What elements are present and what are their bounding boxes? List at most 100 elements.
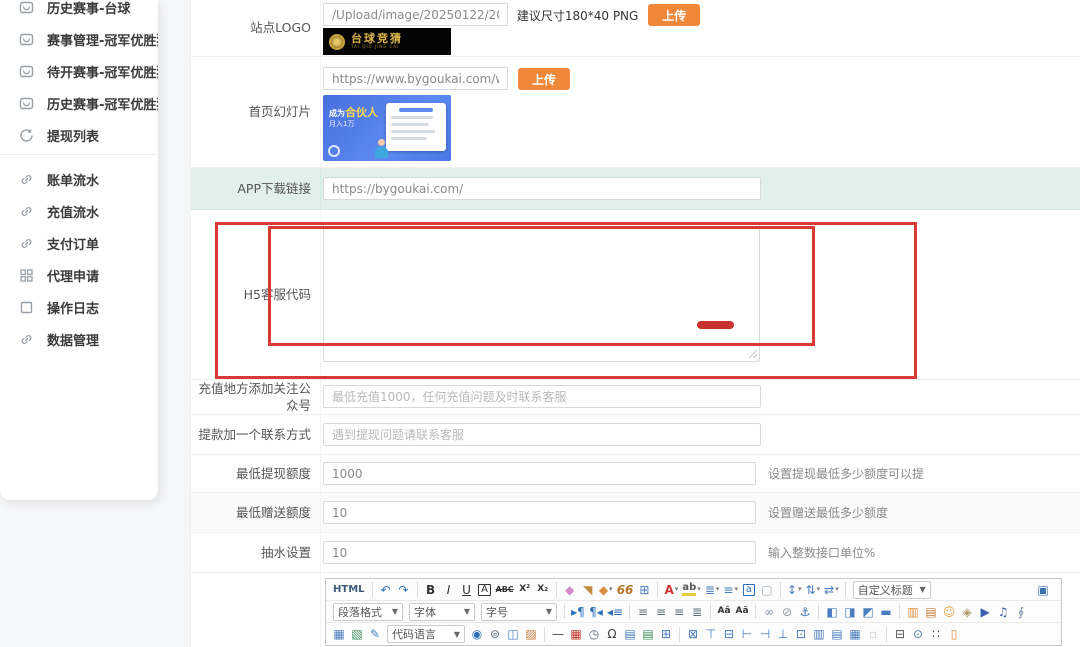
highlight-color-icon[interactable]: ab▾ <box>681 581 701 599</box>
blockquote-icon[interactable]: 66 <box>616 581 635 599</box>
font-family-select[interactable]: 字体▼ <box>409 603 475 621</box>
insert-col-icon[interactable]: ⊣ <box>757 625 773 643</box>
outdent-icon[interactable]: ¶◂ <box>588 603 604 621</box>
emoticon-icon[interactable]: ☺ <box>941 603 957 621</box>
align-justify-icon[interactable]: ≣ <box>689 603 705 621</box>
link-icon[interactable]: ∞ <box>761 603 777 621</box>
fullscreen-icon[interactable]: ▣ <box>1035 581 1051 599</box>
app-download-input[interactable] <box>323 177 761 200</box>
table-cell-props-icon[interactable]: ▫ <box>865 625 881 643</box>
min-gift-input[interactable] <box>323 501 756 524</box>
eraser-icon[interactable]: ◆ <box>562 581 578 599</box>
font-size-select[interactable]: 字号▼ <box>481 603 557 621</box>
withdraw-contact-input[interactable] <box>323 423 761 446</box>
redo-icon[interactable]: ↷ <box>396 581 412 599</box>
align-left-icon[interactable]: ≡ <box>635 603 651 621</box>
recharge-notice-input[interactable] <box>323 385 761 408</box>
sidebar-item[interactable]: 赛事管理-冠军优胜猜 <box>0 23 158 55</box>
image-align-right-icon[interactable]: ◩ <box>860 603 876 621</box>
sidebar-item[interactable]: 支付订单 <box>0 227 158 259</box>
new-page-icon[interactable]: ▢ <box>759 581 775 599</box>
indent-icon[interactable]: ▸¶ <box>570 603 586 621</box>
chart-icon[interactable]: ▦ <box>331 625 347 643</box>
sidebar-item[interactable]: 待开赛事-冠军优胜猜 <box>0 55 158 87</box>
excel-import-icon[interactable]: ▤ <box>640 625 656 643</box>
sidebar-item[interactable]: 历史赛事-冠军优胜猜 <box>0 87 158 119</box>
insert-date-icon[interactable]: ▦ <box>568 625 584 643</box>
insert-video-icon[interactable]: ▶ <box>977 603 993 621</box>
lowercase-icon[interactable]: a <box>741 581 757 599</box>
delete-col-icon[interactable]: ⊡ <box>793 625 809 643</box>
print-icon[interactable]: ⊟ <box>892 625 908 643</box>
underline-icon[interactable]: U <box>459 581 475 599</box>
strikethrough-icon[interactable]: ABC <box>495 581 515 599</box>
horizontal-rule-icon[interactable]: — <box>550 625 566 643</box>
unordered-list-icon[interactable]: ≡▾ <box>722 581 739 599</box>
paragraph-spacing-icon[interactable]: ⇅▾ <box>805 581 822 599</box>
ordered-list-icon[interactable]: ≣▾ <box>704 581 721 599</box>
site-logo-input[interactable] <box>323 3 508 26</box>
quick-format-icon[interactable]: ⊞ <box>636 581 652 599</box>
site-logo-upload-button[interactable]: 上传 <box>648 4 700 26</box>
anchor-icon[interactable]: ⚓ <box>797 603 813 621</box>
special-char-icon[interactable]: Ω <box>604 625 620 643</box>
font-border-icon[interactable]: A <box>477 581 493 599</box>
paint-format-icon[interactable]: ◆▾ <box>598 581 614 599</box>
sidebar-item[interactable]: 代理申请 <box>0 259 158 291</box>
page-break-icon[interactable]: ⊜ <box>487 625 503 643</box>
line-height-icon[interactable]: ↕▾ <box>786 581 803 599</box>
insert-map-icon[interactable]: ◈ <box>959 603 975 621</box>
letter-spacing-icon[interactable]: ⇄▾ <box>823 581 840 599</box>
align-center-icon[interactable]: ≡ <box>653 603 669 621</box>
album-icon[interactable]: ▧ <box>349 625 365 643</box>
table-header-icon[interactable]: ⊤ <box>703 625 719 643</box>
insert-image-icon[interactable]: ▥ <box>905 603 921 621</box>
bold-icon[interactable]: B <box>423 581 439 599</box>
sidebar-item[interactable]: 提现列表 <box>0 119 158 151</box>
delete-table-icon[interactable]: ⊠ <box>685 625 701 643</box>
merge-cells-right-icon[interactable]: ▥ <box>811 625 827 643</box>
unlink-icon[interactable]: ⊘ <box>779 603 795 621</box>
home-slider-upload-button[interactable]: 上传 <box>518 68 570 90</box>
delete-row-icon[interactable]: ⊥ <box>775 625 791 643</box>
custom-title-select[interactable]: 自定义标题▼ <box>853 581 931 599</box>
format-brush-icon[interactable]: ◥ <box>580 581 596 599</box>
sidebar-item[interactable]: 数据管理 <box>0 323 158 355</box>
undo-icon[interactable]: ↶ <box>378 581 394 599</box>
preview-icon[interactable]: ⊙ <box>910 625 926 643</box>
screenshot-icon[interactable]: ▤ <box>923 603 939 621</box>
word-import-icon[interactable]: ▤ <box>622 625 638 643</box>
first-line-indent-icon[interactable]: ◂≡ <box>606 603 624 621</box>
insert-table-icon[interactable]: ⊞ <box>658 625 674 643</box>
code-language-select[interactable]: 代码语言▼ <box>387 625 465 643</box>
split-cell-icon[interactable]: ⊟ <box>721 625 737 643</box>
edit-html-icon[interactable]: ✎ <box>367 625 383 643</box>
merge-cells-down-icon[interactable]: ▤ <box>829 625 845 643</box>
paragraph-format-select[interactable]: 段落格式▼ <box>333 603 403 621</box>
sidebar-item[interactable]: 历史赛事-台球 <box>0 0 158 23</box>
italic-icon[interactable]: I <box>441 581 457 599</box>
image-align-left-icon[interactable]: ◧ <box>824 603 840 621</box>
subscript-icon[interactable]: X₂ <box>535 581 551 599</box>
insert-row-icon[interactable]: ⊢ <box>739 625 755 643</box>
sidebar-item[interactable]: 充值流水 <box>0 195 158 227</box>
insert-music-icon[interactable]: ♫ <box>995 603 1011 621</box>
to-lowercase-icon[interactable]: Aã <box>734 603 750 621</box>
image-block-icon[interactable]: ▬ <box>878 603 894 621</box>
h5-service-code-textarea[interactable] <box>323 222 760 362</box>
insert-time-icon[interactable]: ◷ <box>586 625 602 643</box>
sidebar-item[interactable]: 操作日志 <box>0 291 158 323</box>
paste-icon[interactable]: ▯ <box>946 625 962 643</box>
multi-column-icon[interactable]: ◫ <box>505 625 521 643</box>
image-align-center-icon[interactable]: ◨ <box>842 603 858 621</box>
rake-setting-input[interactable] <box>323 541 756 564</box>
attachment-icon[interactable]: ∮ <box>1013 603 1029 621</box>
insert-code-icon[interactable]: ◉ <box>469 625 485 643</box>
background-color-icon[interactable]: ▨ <box>523 625 539 643</box>
font-color-icon[interactable]: A▾ <box>663 581 679 599</box>
to-uppercase-icon[interactable]: Aâ <box>716 603 732 621</box>
find-replace-icon[interactable]: ∷ <box>928 625 944 643</box>
superscript-icon[interactable]: X² <box>517 581 533 599</box>
sidebar-item[interactable]: 账单流水 <box>0 163 158 195</box>
home-slider-input[interactable] <box>323 67 508 90</box>
